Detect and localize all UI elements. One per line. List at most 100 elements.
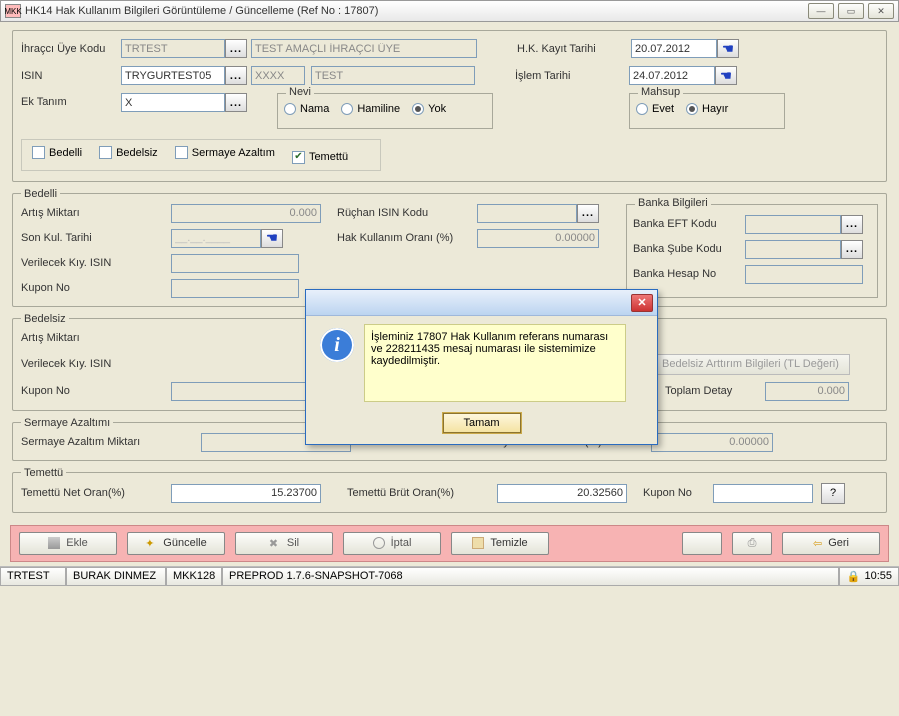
sermaye-checkbox[interactable]: Sermaye Azaltım — [175, 146, 275, 159]
bedelli-artis-input — [171, 204, 321, 223]
banka-eft-input — [745, 215, 841, 234]
window-title: HK14 Hak Kullanım Bilgileri Görüntüleme … — [25, 5, 808, 17]
hk-tarih-picker-button[interactable]: ☚ — [717, 39, 739, 58]
iptal-button[interactable]: İptal — [343, 532, 441, 555]
minimize-button[interactable]: — — [808, 3, 834, 19]
ihracc-input — [121, 39, 225, 58]
status-user-name: BURAK DINMEZ — [66, 567, 166, 586]
action-bar: Ekle ✦Güncelle ✖Sil İptal Temizle ⎙ ⇦Ger… — [10, 525, 889, 562]
ruchan-label: Rüçhan ISIN Kodu — [337, 207, 477, 219]
ihracc-label: İhraçcı Üye Kodu — [21, 43, 121, 55]
ihracc-lookup-button[interactable]: ... — [225, 39, 247, 58]
temettu-help-button[interactable]: ? — [821, 483, 845, 504]
sil-button[interactable]: ✖Sil — [235, 532, 333, 555]
temettu-checkbox[interactable]: ✔Temettü — [292, 151, 348, 164]
sonkul-picker-button[interactable]: ☚ — [261, 229, 283, 248]
status-terminal: MKK128 — [166, 567, 222, 586]
bedelsiz-arttirim-button[interactable]: Bedelsiz Arttırım Bilgileri (TL Değeri) — [651, 354, 850, 375]
ektanim-lookup-button[interactable]: ... — [225, 93, 247, 112]
temettu-group: Temettü Temettü Net Oran(%) Temettü Brüt… — [12, 467, 887, 513]
bedelli-artis-label: Artış Miktarı — [21, 207, 171, 219]
status-bar: TRTEST BURAK DINMEZ MKK128 PREPROD 1.7.6… — [0, 566, 899, 586]
temettu-legend: Temettü — [21, 467, 66, 479]
temizle-button[interactable]: Temizle — [451, 532, 549, 555]
sonkul-label: Son Kul. Tarihi — [21, 232, 171, 244]
bedelsiz-kupon-label: Kupon No — [21, 385, 171, 397]
dialog-ok-button[interactable]: Tamam — [442, 412, 522, 434]
islem-tarih-picker-button[interactable]: ☚ — [715, 66, 737, 85]
maximize-button[interactable]: ▭ — [838, 3, 864, 19]
isin-desc — [311, 66, 475, 85]
banka-eft-lookup[interactable]: ... — [841, 215, 863, 234]
delete-icon: ✖ — [269, 537, 281, 549]
bedelsiz-artis-label: Artış Miktarı — [21, 332, 171, 344]
header-group: İhraçcı Üye Kodu ... H.K. Kayıt Tarihi ☚… — [12, 30, 887, 182]
bedelsiz-verilecek-label: Verilecek Kıy. ISIN — [21, 358, 171, 370]
ektanim-input[interactable] — [121, 93, 225, 112]
mahsup-legend: Mahsup — [638, 86, 683, 98]
hak-oran-input — [477, 229, 599, 248]
mahsup-group: Mahsup Evet Hayır — [629, 93, 785, 129]
ihracc-desc — [251, 39, 477, 58]
mahsup-hayir-radio[interactable]: Hayır — [686, 103, 728, 115]
hak-oran-label: Hak Kullanım Oranı (%) — [337, 232, 477, 244]
bedelli-legend: Bedelli — [21, 188, 60, 200]
nevi-yok-radio[interactable]: Yok — [412, 103, 446, 115]
window-titlebar: MKK HK14 Hak Kullanım Bilgileri Görüntül… — [0, 0, 899, 22]
islem-tarih-label: İşlem Tarihi — [515, 70, 629, 82]
extra1-button[interactable] — [682, 532, 722, 555]
refresh-icon: ✦ — [145, 537, 157, 549]
isin-code — [251, 66, 305, 85]
ekle-button[interactable]: Ekle — [19, 532, 117, 555]
temettu-net-input[interactable] — [171, 484, 321, 503]
geri-button[interactable]: ⇦Geri — [782, 532, 880, 555]
sermaye-oran-input — [651, 433, 773, 452]
status-user-code: TRTEST — [0, 567, 66, 586]
nevi-hamiline-radio[interactable]: Hamiline — [341, 103, 400, 115]
temettu-brut-label: Temettü Brüt Oran(%) — [347, 487, 497, 499]
sonkul-input — [171, 229, 261, 248]
banka-hesap-input — [745, 265, 863, 284]
close-button[interactable]: ✕ — [868, 3, 894, 19]
verilecek-input — [171, 254, 299, 273]
banka-sube-input — [745, 240, 841, 259]
nevi-group: Nevi Nama Hamiline Yok — [277, 93, 493, 129]
status-version: PREPROD 1.7.6-SNAPSHOT-7068 — [222, 567, 839, 586]
verilecek-label: Verilecek Kıy. ISIN — [21, 257, 171, 269]
banka-sube-label: Banka Şube Kodu — [633, 243, 745, 255]
banka-sube-lookup[interactable]: ... — [841, 240, 863, 259]
nevi-nama-radio[interactable]: Nama — [284, 103, 329, 115]
eraser-icon — [472, 537, 484, 549]
cancel-icon — [373, 537, 385, 549]
bedelsiz-kupon-input — [171, 382, 321, 401]
mahsup-evet-radio[interactable]: Evet — [636, 103, 674, 115]
banka-legend: Banka Bilgileri — [635, 197, 711, 209]
back-arrow-icon: ⇦ — [813, 537, 822, 550]
info-dialog: ✕ i İşleminiz 17807 Hak Kullanım referan… — [305, 289, 658, 445]
toplam-input — [765, 382, 849, 401]
ruchan-lookup-button[interactable]: ... — [577, 204, 599, 223]
temettu-kupon-input[interactable] — [713, 484, 813, 503]
bedelli-kupon-label: Kupon No — [21, 282, 171, 294]
temettu-brut-input[interactable] — [497, 484, 627, 503]
guncelle-button[interactable]: ✦Güncelle — [127, 532, 225, 555]
hk-tarih-input[interactable] — [631, 39, 717, 58]
islem-tarih-input[interactable] — [629, 66, 715, 85]
bedelsiz-legend: Bedelsiz — [21, 313, 69, 325]
bedelsiz-checkbox[interactable]: Bedelsiz — [99, 146, 158, 159]
lock-icon: 🔒 — [847, 570, 861, 583]
dialog-close-button[interactable]: ✕ — [631, 294, 653, 312]
ruchan-input — [477, 204, 577, 223]
isin-lookup-button[interactable]: ... — [225, 66, 247, 85]
dialog-message: İşleminiz 17807 Hak Kullanım referans nu… — [364, 324, 626, 402]
isin-label: ISIN — [21, 70, 121, 82]
info-icon: i — [320, 328, 354, 362]
bedelli-kupon-input — [171, 279, 299, 298]
status-clock: 🔒10:55 — [839, 567, 899, 586]
print-button[interactable]: ⎙ — [732, 532, 772, 555]
isin-input[interactable] — [121, 66, 225, 85]
add-icon — [48, 537, 60, 549]
banka-group: Banka Bilgileri Banka EFT Kodu... Banka … — [626, 204, 878, 298]
banka-eft-label: Banka EFT Kodu — [633, 218, 745, 230]
bedelli-checkbox[interactable]: Bedelli — [32, 146, 82, 159]
